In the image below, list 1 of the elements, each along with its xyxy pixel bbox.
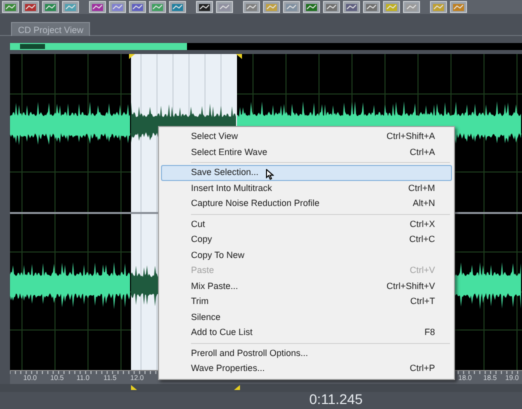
time-display: 0:11.245 [309, 392, 363, 406]
